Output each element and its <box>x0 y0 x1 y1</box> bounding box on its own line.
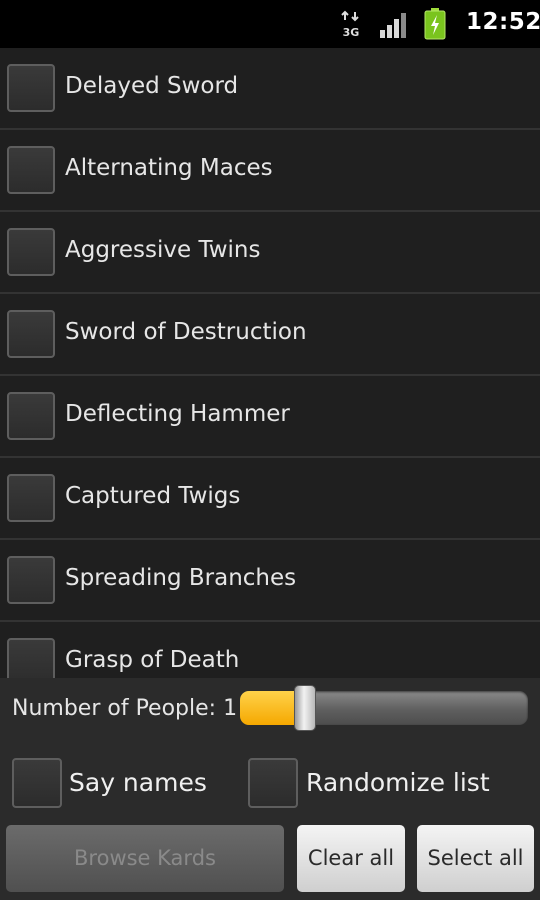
list-item[interactable]: Aggressive Twins <box>0 212 540 294</box>
slider-fill <box>240 691 298 725</box>
list-item[interactable]: Captured Twigs <box>0 458 540 540</box>
item-checkbox[interactable] <box>7 228 55 276</box>
list-item-label: Deflecting Hammer <box>65 401 290 427</box>
control-panel: Number of People: 1 Say names Randomize … <box>0 678 540 900</box>
list-item-label: Aggressive Twins <box>65 237 261 263</box>
randomize-list-label: Randomize list <box>306 768 490 797</box>
list-item[interactable]: Spreading Branches <box>0 540 540 622</box>
randomize-list-checkbox[interactable] <box>248 758 298 808</box>
list-item-label: Captured Twigs <box>65 483 241 509</box>
battery-charging-icon <box>424 8 446 40</box>
status-time: 12:52 <box>466 9 540 35</box>
say-names-checkbox[interactable] <box>12 758 62 808</box>
status-bar: 3G 12:52 <box>0 0 540 48</box>
item-checkbox[interactable] <box>7 392 55 440</box>
data-transfer-3g-icon: 3G <box>341 10 360 38</box>
list-item[interactable]: Alternating Maces <box>0 130 540 212</box>
item-checkbox[interactable] <box>7 474 55 522</box>
people-slider[interactable] <box>240 691 528 725</box>
item-checkbox[interactable] <box>7 310 55 358</box>
item-checkbox[interactable] <box>7 638 55 678</box>
list-item-label: Alternating Maces <box>65 155 273 181</box>
slider-thumb[interactable] <box>294 685 316 731</box>
people-count-label: Number of People: 1 <box>12 696 238 721</box>
select-all-button[interactable]: Select all <box>417 825 534 892</box>
list-item[interactable]: Delayed Sword <box>0 48 540 130</box>
say-names-label: Say names <box>69 768 207 797</box>
list-item[interactable]: Sword of Destruction <box>0 294 540 376</box>
list-item-label: Spreading Branches <box>65 565 297 591</box>
list-item[interactable]: Grasp of Death <box>0 622 540 678</box>
list-item-label: Sword of Destruction <box>65 319 307 345</box>
item-checkbox[interactable] <box>7 146 55 194</box>
item-checkbox[interactable] <box>7 556 55 604</box>
list-item-label: Grasp of Death <box>65 647 240 673</box>
signal-strength-icon <box>380 13 406 38</box>
card-list[interactable]: Delayed Sword Alternating Maces Aggressi… <box>0 48 540 678</box>
item-checkbox[interactable] <box>7 64 55 112</box>
browse-kards-button[interactable]: Browse Kards <box>6 825 284 892</box>
list-item-label: Delayed Sword <box>65 73 239 99</box>
clear-all-button[interactable]: Clear all <box>297 825 405 892</box>
list-item[interactable]: Deflecting Hammer <box>0 376 540 458</box>
svg-text:3G: 3G <box>343 26 360 38</box>
